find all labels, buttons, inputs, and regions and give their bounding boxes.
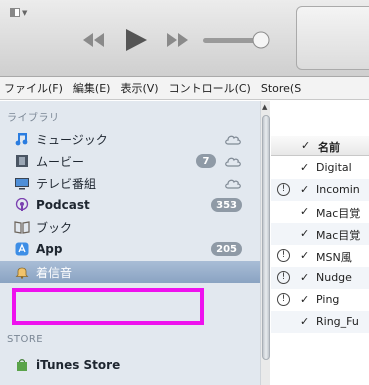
menu-store[interactable]: Store(S (256, 82, 306, 95)
column-header-name[interactable]: 名前 (318, 139, 340, 155)
sidebar-scrollbar[interactable]: ▲ (260, 101, 270, 385)
play-icon[interactable] (120, 27, 150, 53)
count-badge: 7 (196, 154, 216, 168)
sidebar-item-label: ブック (36, 220, 73, 235)
sidebar-item-itunes-store[interactable]: iTunes Store (0, 354, 260, 376)
next-icon[interactable] (165, 31, 191, 49)
sidebar-item-apps[interactable]: App 205 (0, 238, 260, 260)
sidebar-item-ringtones[interactable]: 着信音 (0, 261, 260, 283)
music-note-icon (14, 131, 30, 147)
sidebar-item-tv-shows[interactable]: テレビ番組 (0, 172, 260, 194)
app-store-icon (14, 241, 30, 257)
table-row[interactable]: ✓ Mac目覚 (271, 201, 369, 223)
cloud-icon (225, 135, 241, 145)
sidebar-item-podcast[interactable]: Podcast 353 (0, 194, 260, 216)
row-name: Mac目覚 (316, 207, 361, 220)
table-row[interactable]: ✓ Ring_Fu (271, 311, 369, 333)
table-row[interactable]: ! ✓ Incomin (271, 179, 369, 201)
sidebar-item-music[interactable]: ミュージック (0, 128, 260, 150)
volume-slider[interactable] (203, 29, 273, 51)
table-row[interactable]: ! ✓ Ping (271, 289, 369, 311)
menu-file[interactable]: ファイル(F) (0, 80, 68, 96)
cloud-icon (225, 179, 241, 189)
toolbar: ▼ (0, 0, 369, 76)
row-checkbox[interactable]: ✓ (300, 205, 309, 218)
warning-icon: ! (277, 249, 290, 262)
table-row[interactable]: ✓ Mac目覚 (271, 223, 369, 245)
sidebar-item-label: iTunes Store (36, 358, 121, 372)
bell-icon (14, 264, 30, 280)
menu-controls[interactable]: コントロール(C) (164, 80, 256, 96)
row-checkbox[interactable]: ✓ (300, 271, 309, 284)
sidebar-item-label: ミュージック (36, 132, 108, 147)
row-checkbox[interactable]: ✓ (300, 227, 309, 240)
sidebar-item-label: App (36, 242, 63, 256)
status-display (296, 6, 369, 70)
film-icon (14, 153, 30, 169)
row-checkbox[interactable]: ✓ (300, 183, 309, 196)
row-name: Digital (316, 161, 352, 174)
warning-icon: ! (277, 183, 290, 196)
row-name: Ring_Fu (316, 315, 359, 328)
row-name: Incomin (316, 183, 360, 196)
sidebar-item-label: ムービー (36, 154, 85, 169)
sidebar-item-label: 着信音 (36, 265, 73, 280)
sidebar-item-movies[interactable]: ムービー 7 (0, 150, 260, 172)
library-header: ライブラリ (7, 113, 60, 124)
warning-icon: ! (277, 293, 290, 306)
row-checkbox[interactable]: ✓ (300, 293, 309, 306)
menu-edit[interactable]: 編集(E) (68, 80, 116, 96)
song-list: ✓ 名前 ✓ Digital! ✓ Incomin ✓ Mac目覚 ✓ Mac目覚! ✓ MSN風… (271, 101, 369, 385)
count-badge: 205 (211, 242, 242, 256)
book-icon (14, 219, 30, 235)
list-header: ✓ 名前 (271, 136, 369, 156)
tv-icon (14, 175, 30, 191)
count-badge: 353 (211, 198, 242, 212)
column-header-check[interactable]: ✓ (301, 139, 310, 152)
row-name: Mac目覚 (316, 229, 361, 242)
warning-icon: ! (277, 271, 290, 284)
table-row[interactable]: ✓ Digital (271, 157, 369, 179)
sidebar: ライブラリ ミュージック ムービー 7 テレビ番組 Podcast 353 ブッ (0, 101, 260, 385)
cloud-icon (225, 157, 241, 167)
sidebar-item-label: Podcast (36, 198, 90, 212)
shopping-bag-icon (14, 357, 30, 373)
previous-icon[interactable] (80, 31, 106, 49)
store-header: STORE (7, 334, 44, 345)
table-row[interactable]: ! ✓ MSN風 (271, 245, 369, 267)
scroll-up-arrow-icon[interactable]: ▲ (262, 103, 267, 111)
table-row[interactable]: ! ✓ Nudge (271, 267, 369, 289)
row-checkbox[interactable]: ✓ (300, 161, 309, 174)
scrollbar-thumb[interactable] (262, 115, 270, 360)
sidebar-item-books[interactable]: ブック (0, 216, 260, 238)
row-name: MSN風 (316, 251, 352, 264)
row-name: Ping (316, 293, 340, 306)
menu-bar: ファイル(F) 編集(E) 表示(V) コントロール(C) Store(S (0, 76, 369, 100)
row-checkbox[interactable]: ✓ (300, 315, 309, 328)
row-checkbox[interactable]: ✓ (300, 249, 309, 262)
window-menu-icon[interactable]: ▼ (10, 8, 27, 17)
podcast-icon (14, 197, 30, 213)
sidebar-item-label: テレビ番組 (36, 176, 97, 191)
row-name: Nudge (316, 271, 352, 284)
menu-view[interactable]: 表示(V) (115, 80, 163, 96)
